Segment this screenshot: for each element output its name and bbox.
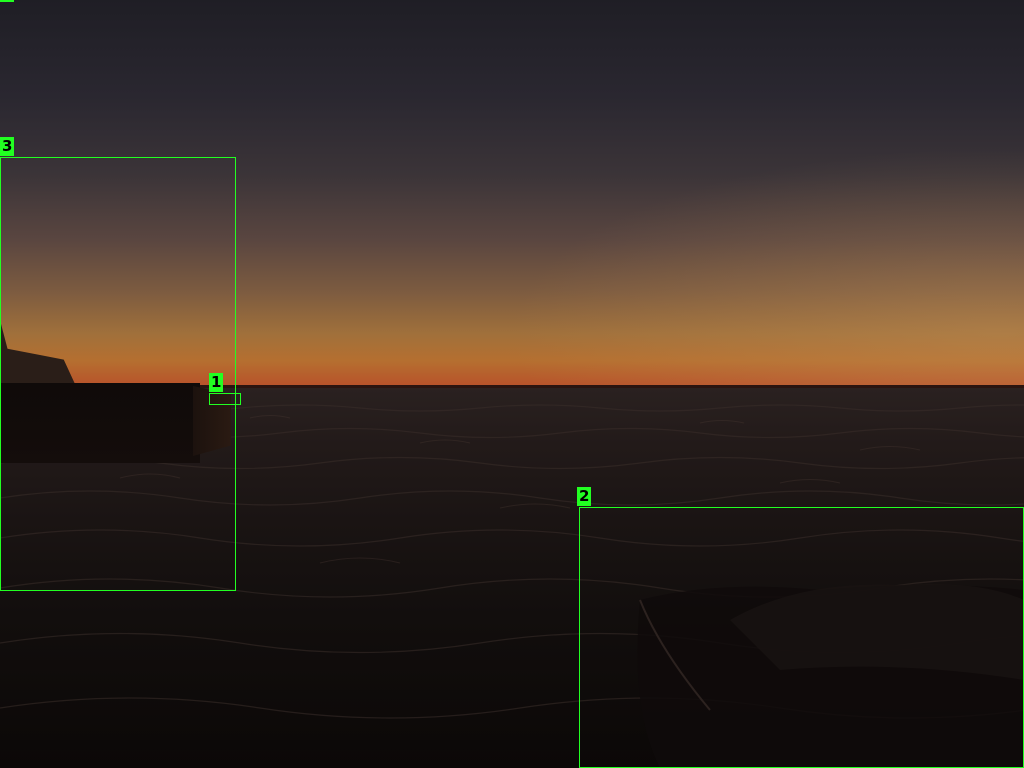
overlay-label-3: 3 (0, 137, 15, 156)
overlay-label-1: 1 (209, 373, 224, 392)
overlay-label-2: 2 (577, 487, 592, 506)
ship-hull (0, 383, 200, 463)
game-viewport[interactable]: 1 2 3 (0, 0, 1024, 768)
corner-marker (0, 0, 14, 2)
sky-glow (0, 0, 1024, 388)
foreground-boat (637, 584, 1024, 768)
ship-bow (193, 386, 231, 456)
